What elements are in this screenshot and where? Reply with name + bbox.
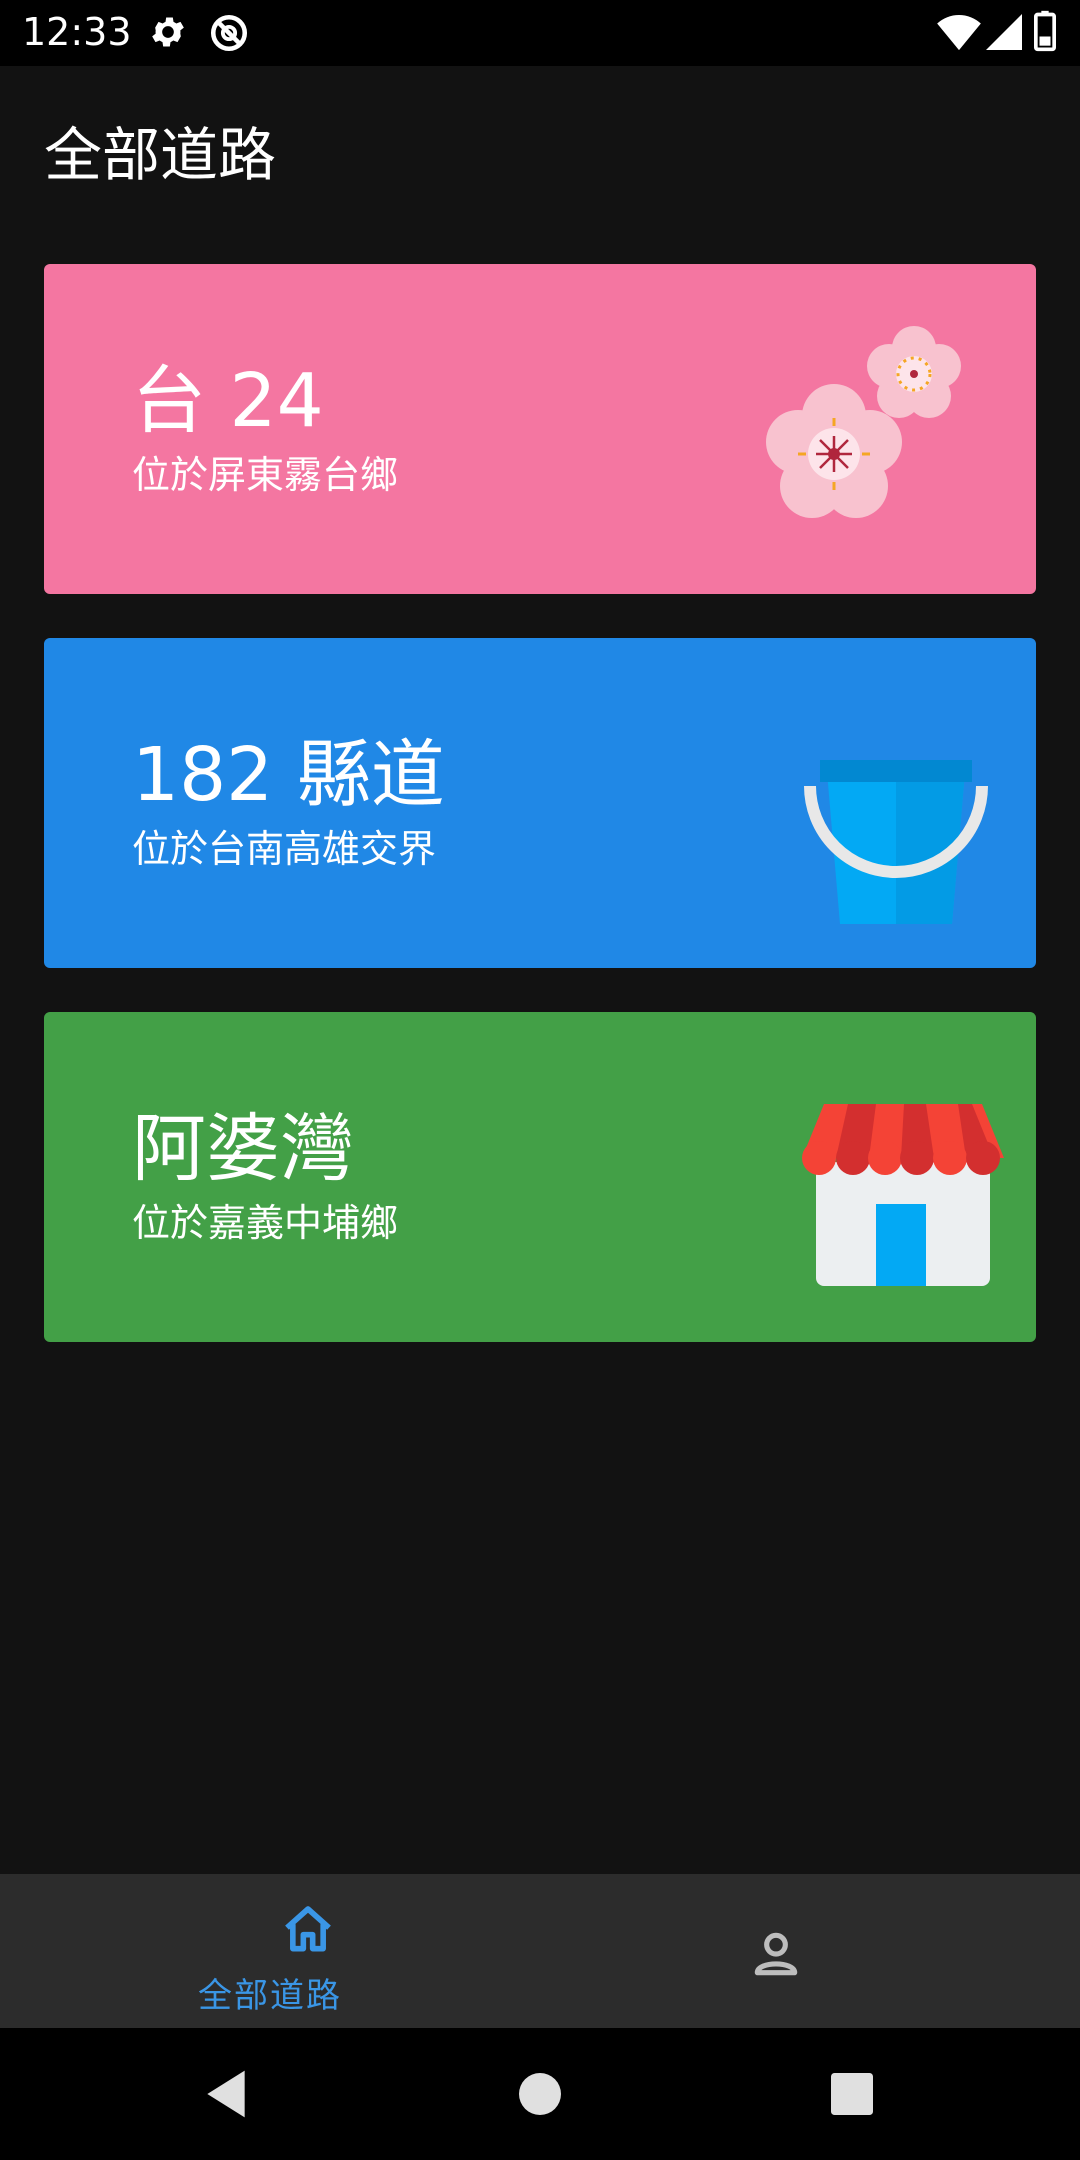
status-time: 12:33 xyxy=(22,10,132,54)
person-icon xyxy=(754,1932,798,1976)
road-card-182[interactable]: 182 縣道 位於台南高雄交界 xyxy=(44,638,1036,968)
battery-icon xyxy=(1034,10,1056,52)
nav-tab-profile[interactable] xyxy=(540,1874,1080,2028)
home-circle-icon[interactable] xyxy=(512,2066,568,2122)
card-subtitle: 位於嘉義中埔鄉 xyxy=(132,1201,399,1245)
card-title: 阿婆灣 xyxy=(132,1106,354,1192)
bucket-icon xyxy=(804,760,988,924)
card-title: 182 縣道 xyxy=(132,732,445,818)
do-not-disturb-icon xyxy=(210,14,248,52)
system-navigation-bar xyxy=(0,2028,1080,2160)
card-subtitle: 位於屏東霧台鄉 xyxy=(132,453,399,497)
road-card-apowan[interactable]: 阿婆灣 位於嘉義中埔鄉 xyxy=(44,1012,1036,1342)
bottom-navigation: 全部道路 xyxy=(0,1874,1080,2028)
wifi-icon xyxy=(937,14,981,51)
back-icon[interactable] xyxy=(198,2066,254,2122)
nav-tab-label: 全部道路 xyxy=(198,1976,342,2016)
road-card-tai-24[interactable]: 台 24 位於屏東霧台鄉 xyxy=(44,264,1036,594)
card-subtitle: 位於台南高雄交界 xyxy=(132,827,437,871)
cherry-blossom-icon xyxy=(766,326,961,518)
signal-icon xyxy=(986,14,1022,50)
nav-tab-all-roads[interactable]: 全部道路 xyxy=(0,1874,540,2028)
home-icon xyxy=(285,1906,331,1952)
card-title: 台 24 xyxy=(132,358,324,444)
store-icon xyxy=(802,1104,1004,1286)
gear-icon xyxy=(152,17,184,47)
page-title: 全部道路 xyxy=(44,121,277,189)
recents-icon[interactable] xyxy=(824,2066,880,2122)
status-bar: 12:33 xyxy=(0,0,1080,66)
